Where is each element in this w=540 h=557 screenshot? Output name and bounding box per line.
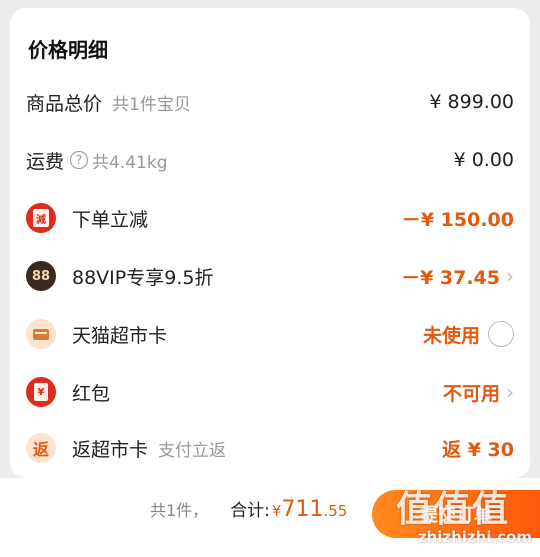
supermarket-card-status: 未使用	[422, 324, 480, 347]
total-integer: 711	[281, 497, 324, 522]
order-discount-value: －¥ 150.00	[401, 208, 514, 231]
return-icon: 返	[26, 433, 56, 463]
section-title: 价格明细	[28, 38, 108, 62]
return-card-row: 返 返超市卡 支付立返 返 ¥ 30	[26, 428, 514, 468]
checkout-bar: 共1件， 合计: ¥ 711 .55 提交订单 值值值 zhizhizhi.co…	[0, 478, 540, 557]
shipping-label: 运费	[26, 150, 65, 173]
red-packet-icon-glyph: ¥	[34, 383, 48, 401]
goods-total-label: 商品总价	[26, 92, 103, 115]
return-card-label: 返超市卡	[72, 438, 149, 461]
chevron-right-icon: ›	[506, 380, 514, 404]
supermarket-card-label: 天猫超市卡	[72, 324, 168, 347]
total-currency: ¥	[271, 502, 282, 520]
red-packet-status: 不可用	[442, 382, 500, 405]
shipping-row: 运费 ? 共4.41kg ¥ 0.00	[26, 140, 514, 180]
red-packet-row[interactable]: ¥ 红包 不可用 ›	[26, 372, 514, 412]
price-detail-card: 价格明细 商品总价 共1件宝贝 ¥ 899.00 运费 ? 共4.41kg ¥ …	[10, 8, 530, 478]
order-discount-row: 減 下单立减 －¥ 150.00	[26, 198, 514, 238]
red-packet-label: 红包	[72, 382, 111, 405]
supermarket-card-row[interactable]: 天猫超市卡 未使用	[26, 314, 514, 354]
help-icon[interactable]: ?	[70, 151, 89, 169]
return-card-value: 返 ¥ 30	[442, 438, 514, 461]
goods-total-value: ¥ 899.00	[429, 91, 514, 113]
shipping-weight-text: 共4.41kg	[92, 152, 168, 173]
order-discount-label: 下单立减	[72, 208, 149, 231]
vip-88-icon: 88	[26, 261, 56, 291]
item-count: 共1件，	[150, 501, 209, 520]
red-packet-icon: ¥	[26, 377, 56, 407]
discount-icon: 減	[26, 203, 56, 233]
discount-icon-glyph: 減	[33, 209, 49, 227]
chevron-right-icon: ›	[506, 264, 514, 288]
vip-discount-value: －¥ 37.45	[401, 266, 500, 289]
total-label: 合计:	[230, 501, 270, 521]
vip-discount-label: 88VIP专享9.5折	[72, 266, 214, 289]
shipping-value: ¥ 0.00	[453, 149, 514, 171]
goods-count-text: 共1件宝贝	[112, 94, 191, 115]
supermarket-card-radio[interactable]	[488, 321, 514, 347]
card-icon	[26, 319, 56, 349]
total-decimal: .55	[323, 502, 348, 520]
vip-discount-row[interactable]: 88 88VIP专享9.5折 －¥ 37.45 ›	[26, 256, 514, 296]
submit-order-button[interactable]: 提交订单	[372, 490, 540, 538]
goods-total-row: 商品总价 共1件宝贝 ¥ 899.00	[26, 82, 514, 122]
order-summary: 共1件， 合计: ¥ 711 .55	[150, 496, 347, 522]
return-card-sub: 支付立返	[158, 440, 227, 461]
